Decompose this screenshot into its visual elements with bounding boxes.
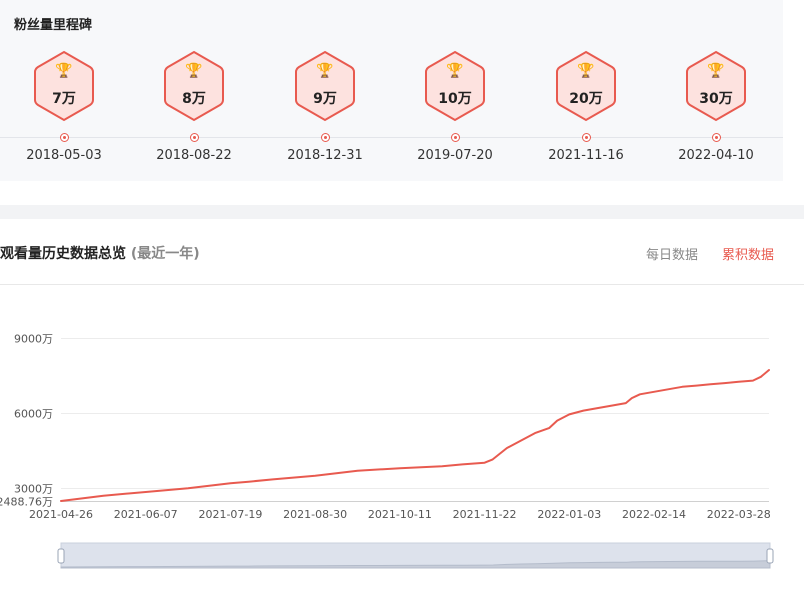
x-tick-label: 2022-02-14 (622, 508, 686, 521)
y-tick-label: 2488.76万 (0, 496, 53, 509)
y-tick-label: 6000万 (14, 408, 53, 421)
x-tick-label: 2021-08-30 (283, 508, 347, 521)
x-tick-label: 2021-10-11 (368, 508, 432, 521)
x-tick-label: 2021-06-07 (114, 508, 178, 521)
views-line-chart: 9000万 6000万 3000万2488.76万2021-04-26 2021-06… (0, 333, 774, 569)
x-tick-label: 2021-04-26 (29, 508, 93, 521)
x-tick-label: 2022-01-03 (537, 508, 601, 521)
views-series-line (60, 369, 770, 502)
y-tick-label: 9000万 (14, 333, 53, 346)
y-tick-label: 3000万 (14, 483, 53, 496)
x-tick-label: 2021-07-19 (198, 508, 262, 521)
zoom-handle-left[interactable] (57, 548, 65, 564)
x-tick-label: 2021-11-22 (453, 508, 517, 521)
x-tick-label: 2022-03-28 (707, 508, 771, 521)
zoom-handle-right[interactable] (766, 548, 774, 564)
